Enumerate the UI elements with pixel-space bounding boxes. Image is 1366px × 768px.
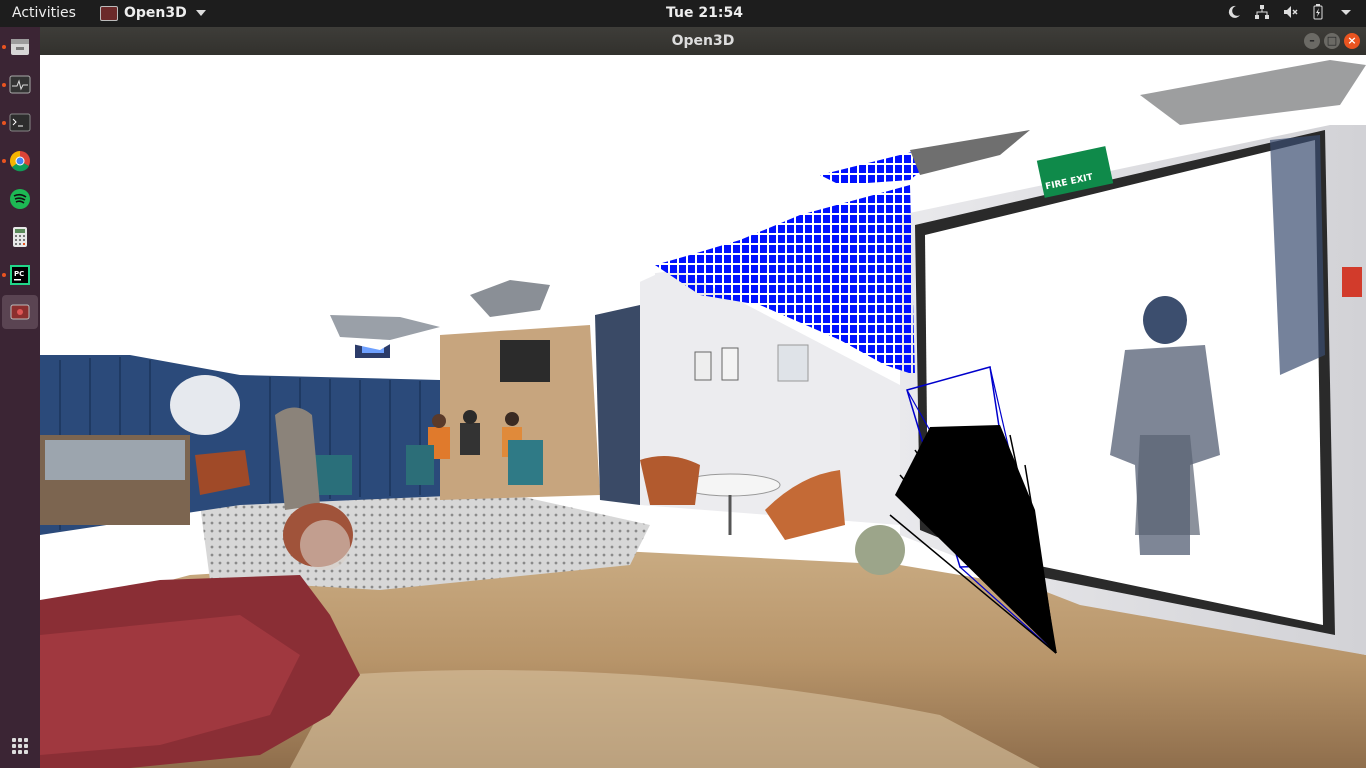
clock[interactable]: Tue 21:54 bbox=[0, 5, 1366, 21]
show-applications-icon[interactable] bbox=[12, 738, 28, 754]
top-bar: Activities Open3D Tue 21:54 bbox=[0, 0, 1366, 27]
wall-sign bbox=[1342, 267, 1362, 297]
seated-people bbox=[428, 410, 522, 459]
terminal-icon[interactable] bbox=[6, 109, 34, 137]
system-tray[interactable] bbox=[1226, 4, 1354, 20]
svg-text:PC: PC bbox=[14, 270, 24, 278]
teal-chair bbox=[508, 440, 543, 485]
orange-chair bbox=[640, 456, 700, 505]
teal-chair bbox=[406, 445, 434, 485]
round-window bbox=[170, 375, 240, 435]
tv-screen bbox=[500, 340, 550, 382]
system-monitor-icon[interactable] bbox=[6, 71, 34, 99]
battery-charging-icon[interactable] bbox=[1310, 4, 1326, 20]
system-menu-chevron-icon[interactable] bbox=[1338, 4, 1354, 20]
window-title: Open3D bbox=[671, 33, 735, 49]
open3d-icon[interactable] bbox=[2, 295, 38, 329]
point-cloud-render: FIRE EXIT bbox=[40, 55, 1366, 768]
chrome-icon[interactable] bbox=[6, 147, 34, 175]
dock: PC bbox=[0, 27, 40, 768]
ceiling-fragment bbox=[1140, 60, 1366, 125]
open3d-viewport[interactable]: FIRE EXIT bbox=[40, 55, 1366, 768]
plant-pot bbox=[855, 525, 905, 575]
window-titlebar[interactable]: Open3D – □ × bbox=[40, 27, 1366, 55]
spotify-icon[interactable] bbox=[6, 185, 34, 213]
volume-muted-icon[interactable] bbox=[1282, 4, 1298, 20]
close-button[interactable]: × bbox=[1344, 33, 1360, 49]
maximize-button[interactable]: □ bbox=[1324, 33, 1340, 49]
doorway bbox=[595, 305, 640, 505]
night-light-icon[interactable] bbox=[1226, 4, 1242, 20]
minimize-button[interactable]: – bbox=[1304, 33, 1320, 49]
files-icon[interactable] bbox=[6, 33, 34, 61]
calculator-icon[interactable] bbox=[6, 223, 34, 251]
network-icon[interactable] bbox=[1254, 4, 1270, 20]
pycharm-icon[interactable]: PC bbox=[6, 261, 34, 289]
ceiling-fragment bbox=[910, 130, 1030, 175]
